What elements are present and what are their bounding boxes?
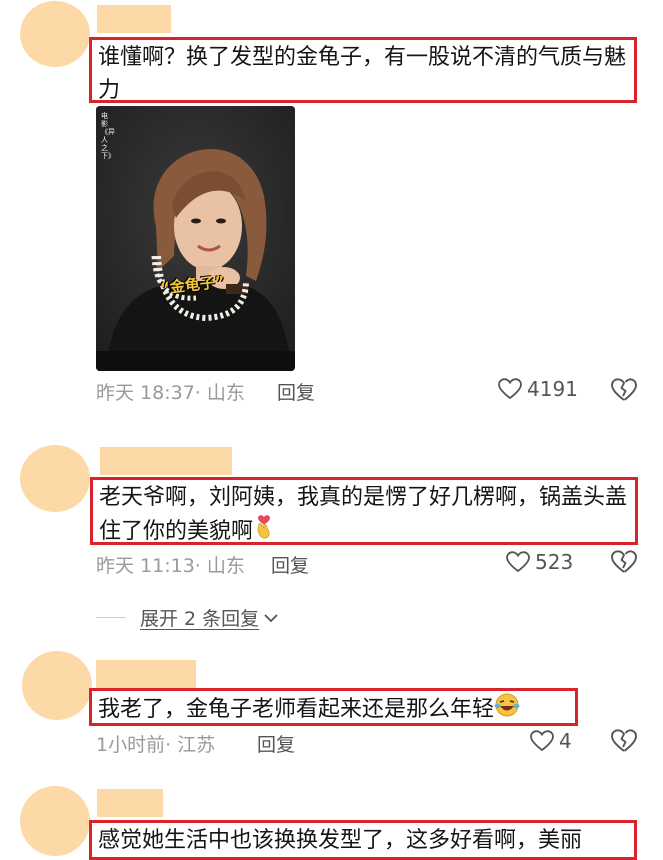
comment-text-content: 谁懂啊？换了发型的金龟子，有一股说不清的气质与魅力 [98, 45, 627, 103]
username-redacted[interactable] [97, 789, 163, 817]
comment-meta: 1小时前· 江苏 [96, 734, 216, 756]
comment-image[interactable]: 电影《异人之下》 “金龟子” [96, 106, 295, 371]
comment-time: 昨天 18:37 [96, 382, 195, 404]
broken-heart-icon[interactable] [611, 378, 637, 406]
heart-outline-icon [506, 551, 530, 573]
avatar[interactable] [22, 651, 92, 720]
heart-hands-emoji [253, 514, 275, 550]
comment-location: 江苏 [177, 734, 216, 756]
comment-location: 山东 [206, 555, 245, 577]
broken-heart-icon[interactable] [611, 550, 637, 578]
comment-text: 老天爷啊，刘阿姨，我真的是愣了好几楞啊，锅盖头盖住了你的美貌啊 [90, 477, 638, 545]
comment-time: 昨天 11:13 [96, 555, 195, 577]
avatar[interactable] [20, 1, 90, 67]
username-redacted[interactable] [100, 447, 232, 475]
like-count: 523 [535, 550, 574, 574]
like-button[interactable]: 4191 [498, 377, 578, 401]
like-button[interactable]: 523 [506, 550, 573, 574]
reply-button[interactable]: 回复 [277, 378, 315, 405]
image-vertical-text: 电影《异人之下》 [101, 112, 115, 160]
broken-heart-icon[interactable] [611, 729, 637, 757]
like-button[interactable]: 4 [530, 729, 572, 753]
comment-text-content: 老天爷啊，刘阿姨，我真的是愣了好几楞啊，锅盖头盖住了你的美貌啊 [99, 485, 628, 544]
heart-outline-icon [530, 730, 554, 752]
like-count: 4191 [527, 377, 578, 401]
expand-replies-button[interactable]: 展开 2 条回复 [96, 604, 279, 631]
comment-text: 谁懂啊？换了发型的金龟子，有一股说不清的气质与魅力 [89, 37, 637, 103]
laughing-tears-emoji [494, 692, 520, 728]
expand-replies-label: 展开 2 条回复 [140, 608, 260, 630]
username-redacted[interactable] [97, 5, 171, 33]
comment-text: 感觉她生活中也该换换发型了，这多好看啊，美丽 [89, 820, 637, 860]
comment-meta: 昨天 18:37· 山东 [96, 382, 245, 404]
reply-button[interactable]: 回复 [257, 730, 295, 757]
comment-location: 山东 [206, 382, 245, 404]
avatar[interactable] [20, 786, 90, 856]
comment-text: 我老了，金龟子老师看起来还是那么年轻 [89, 688, 578, 726]
username-redacted[interactable] [96, 660, 196, 688]
avatar[interactable] [20, 445, 90, 512]
divider [96, 617, 126, 618]
portrait-image [96, 106, 295, 371]
comment-time: 1小时前 [96, 734, 166, 756]
reply-button[interactable]: 回复 [271, 551, 309, 578]
comment-meta: 昨天 11:13· 山东 [96, 555, 245, 577]
heart-outline-icon [498, 378, 522, 400]
chevron-down-icon [263, 607, 279, 629]
like-count: 4 [559, 729, 572, 753]
comment-text-content: 我老了，金龟子老师看起来还是那么年轻 [98, 697, 495, 722]
